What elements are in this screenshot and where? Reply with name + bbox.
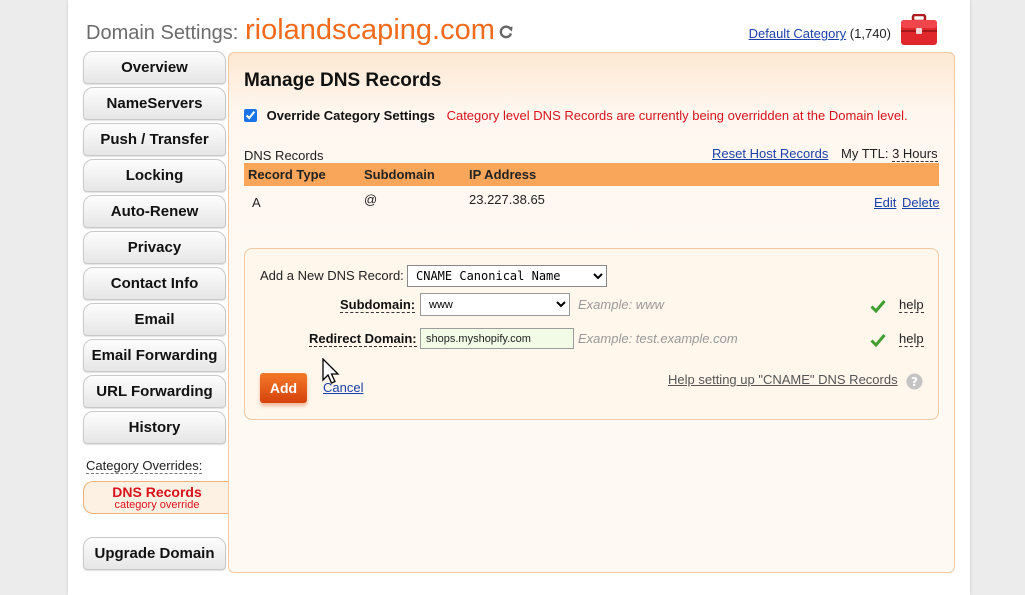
category-overrides-label: Category Overrides:: [86, 458, 203, 474]
record-type-cell: A: [252, 195, 261, 210]
table-header: Record Type Subdomain IP Address: [244, 163, 939, 186]
sidebar-item-auto-renew[interactable]: Auto-Renew: [83, 195, 226, 228]
redirect-domain-input[interactable]: [420, 328, 574, 349]
subdomain-example: Example: www: [578, 297, 664, 312]
page: Domain Settings: riolandscaping.com Defa…: [68, 0, 970, 595]
column-header-ip-address: IP Address: [469, 167, 537, 182]
question-icon[interactable]: ?: [906, 373, 923, 390]
dns-panel: Manage DNS Records Override Category Set…: [228, 52, 955, 573]
header-label: Domain Settings:: [86, 22, 239, 44]
add-record-label: Add a New DNS Record:: [260, 268, 404, 283]
redirect-domain-label: Redirect Domain:: [309, 331, 417, 347]
help-cname-link[interactable]: Help setting up "CNAME" DNS Records: [668, 372, 898, 387]
record-type-select[interactable]: CNAME Canonical Name: [407, 265, 607, 287]
column-header-subdomain: Subdomain: [364, 167, 435, 182]
ttl-label: My TTL:: [841, 146, 889, 161]
add-button[interactable]: Add: [260, 373, 307, 403]
sidebar-item-push-transfer[interactable]: Push / Transfer: [83, 123, 226, 156]
redirect-help-link[interactable]: help: [899, 331, 924, 347]
dns-records-label: DNS Records: [244, 148, 324, 163]
redirect-domain-example: Example: test.example.com: [578, 331, 738, 346]
sidebar-item-dns-records[interactable]: DNS Records category override: [83, 481, 230, 514]
subdomain-cell: @: [364, 192, 378, 207]
ttl: My TTL: 3 Hours: [841, 146, 938, 162]
sidebar-item-history[interactable]: History: [83, 411, 226, 444]
sidebar-item-email-forwarding[interactable]: Email Forwarding: [83, 339, 226, 372]
sidebar-item-dns-records-label: DNS Records: [112, 484, 202, 500]
reset-host-records-link[interactable]: Reset Host Records: [712, 146, 828, 161]
sidebar-item-url-forwarding[interactable]: URL Forwarding: [83, 375, 226, 408]
sidebar-item-overview[interactable]: Overview: [83, 51, 226, 84]
sidebar-item-upgrade-domain[interactable]: Upgrade Domain: [83, 537, 226, 570]
sidebar-item-locking[interactable]: Locking: [83, 159, 226, 192]
default-category-count: (1,740): [849, 26, 891, 41]
delete-link[interactable]: Delete: [902, 195, 940, 210]
ttl-value[interactable]: 3 Hours: [892, 146, 938, 162]
toolbox-icon[interactable]: [900, 14, 938, 46]
add-record-form: Add a New DNS Record: CNAME Canonical Na…: [244, 248, 939, 420]
sidebar-item-email[interactable]: Email: [83, 303, 226, 336]
override-row: Override Category Settings Category leve…: [244, 108, 908, 123]
domain-name: riolandscaping.com: [245, 14, 495, 46]
override-message: Category level DNS Records are currently…: [446, 108, 908, 123]
mouse-cursor-icon: [322, 358, 340, 384]
override-label: Override Category Settings: [266, 108, 435, 123]
subdomain-help-link[interactable]: help: [899, 297, 924, 313]
sidebar-item-privacy[interactable]: Privacy: [83, 231, 226, 264]
override-checkbox[interactable]: [244, 109, 257, 122]
ip-address-cell: 23.227.38.65: [469, 192, 545, 207]
edit-link[interactable]: Edit: [874, 195, 896, 210]
svg-text:?: ?: [911, 375, 918, 389]
subdomain-label: Subdomain:: [340, 297, 416, 313]
sidebar-item-dns-records-sub: category override: [114, 499, 200, 511]
page-title: Manage DNS Records: [244, 70, 442, 91]
check-icon: [870, 300, 886, 313]
subdomain-select[interactable]: www: [420, 293, 570, 316]
sidebar-item-nameservers[interactable]: NameServers: [83, 87, 226, 120]
default-category: Default Category (1,740): [749, 26, 891, 41]
default-category-link[interactable]: Default Category: [749, 26, 847, 41]
refresh-icon[interactable]: [498, 24, 514, 40]
column-header-record-type: Record Type: [248, 167, 326, 182]
sidebar-item-contact-info[interactable]: Contact Info: [83, 267, 226, 300]
check-icon: [870, 334, 886, 347]
